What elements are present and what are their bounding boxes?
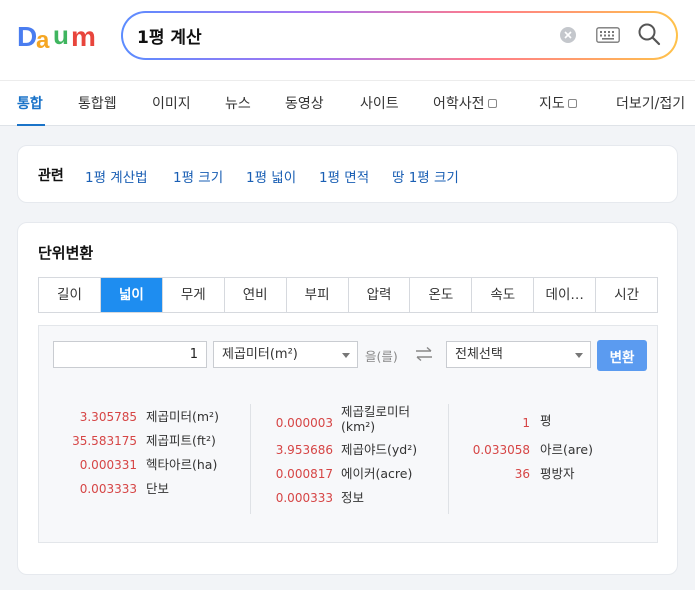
related-title: 관련 — [38, 168, 64, 184]
svg-text:a: a — [36, 27, 50, 50]
swap-icon[interactable] — [415, 346, 433, 362]
result-row: 0.003333 단보 — [39, 476, 249, 500]
value-input[interactable] — [53, 341, 207, 368]
header: D a u m — [0, 0, 695, 80]
result-unit: 제곱킬로미터 (km²) — [341, 404, 411, 434]
result-row: 0.000333 정보 — [251, 485, 451, 509]
unit-tab-pressure[interactable]: 압력 — [349, 278, 411, 312]
tab-dictionary[interactable]: 어학사전 — [433, 93, 497, 113]
unit-tab-data[interactable]: 데이… — [534, 278, 597, 312]
result-value: 0.000003 — [275, 416, 333, 430]
result-value: 0.000331 — [79, 458, 137, 472]
result-value: 0.003333 — [79, 482, 137, 496]
keyboard-icon[interactable] — [596, 27, 620, 43]
particle-label: 을(를) — [365, 349, 398, 364]
result-value: 35.583175 — [72, 434, 137, 448]
result-unit: 제곱야드(yd²) — [341, 442, 418, 457]
result-row: 3.305785 제곱미터(m²) — [39, 404, 249, 428]
result-unit: 평방자 — [540, 466, 575, 481]
result-row: 3.953686 제곱야드(yd²) — [251, 437, 451, 461]
related-link[interactable]: 1평 넓이 — [246, 166, 296, 186]
unit-converter: 단위변환 길이 넓이 무게 연비 부피 압력 온도 속도 데이… 시간 제곱미터… — [17, 222, 678, 575]
active-tab-indicator — [17, 124, 45, 126]
svg-text:u: u — [53, 20, 69, 50]
related-searches: 관련 1평 계산법 1평 크기 1평 넓이 1평 면적 땅 1평 크기 — [17, 145, 678, 203]
search-input[interactable] — [137, 22, 537, 48]
result-row: 0.033058 아르(are) — [449, 437, 657, 461]
search-tabs: 통합 통합웹 이미지 뉴스 동영상 사이트 어학사전 지도 더보기/접기 — [0, 80, 695, 126]
related-link[interactable]: 1평 계산법 — [85, 166, 148, 186]
unit-tab-length[interactable]: 길이 — [39, 278, 101, 312]
tab-news[interactable]: 뉴스 — [225, 93, 251, 113]
conversion-panel: 제곱미터(m²) 을(를) 전체선택 변환 3.305785 제곱미터(m²) … — [38, 325, 658, 543]
unit-tab-speed[interactable]: 속도 — [472, 278, 535, 312]
related-link[interactable]: 땅 1평 크기 — [392, 166, 459, 186]
to-unit-value: 전체선택 — [455, 347, 503, 362]
tab-all[interactable]: 통합 — [17, 93, 43, 113]
result-row: 0.000003 제곱킬로미터 (km²) — [251, 404, 451, 437]
from-unit-select[interactable]: 제곱미터(m²) — [213, 341, 358, 368]
result-row: 35.583175 제곱피트(ft²) — [39, 428, 249, 452]
result-unit: 단보 — [146, 481, 170, 496]
unit-category-tabs: 길이 넓이 무게 연비 부피 압력 온도 속도 데이… 시간 — [38, 277, 658, 313]
related-link[interactable]: 1평 면적 — [319, 166, 369, 186]
result-unit: 에이커(acre) — [341, 466, 413, 481]
result-value: 0.000333 — [275, 491, 333, 505]
unit-tab-fuel[interactable]: 연비 — [225, 278, 287, 312]
result-value: 3.305785 — [79, 410, 137, 424]
result-value: 3.953686 — [275, 443, 333, 457]
unit-tab-volume[interactable]: 부피 — [287, 278, 349, 312]
svg-text:m: m — [71, 21, 96, 50]
result-value: 0.000817 — [275, 467, 333, 481]
tab-video[interactable]: 동영상 — [285, 93, 324, 113]
clear-icon[interactable] — [560, 27, 576, 43]
tab-map-label: 지도 — [539, 96, 565, 112]
related-link[interactable]: 1평 크기 — [173, 166, 223, 186]
convert-button[interactable]: 변환 — [597, 340, 647, 371]
result-value: 0.033058 — [472, 443, 530, 457]
results-column-2: 0.000003 제곱킬로미터 (km²) 3.953686 제곱야드(yd²)… — [251, 404, 451, 509]
search-box — [121, 11, 678, 60]
result-unit: 제곱피트(ft²) — [146, 433, 216, 448]
tab-sites[interactable]: 사이트 — [360, 93, 399, 113]
external-link-icon — [567, 99, 577, 108]
daum-logo[interactable]: D a u m — [17, 20, 103, 50]
tab-images[interactable]: 이미지 — [152, 93, 191, 113]
result-unit: 평 — [540, 413, 552, 428]
unit-tab-temperature[interactable]: 온도 — [410, 278, 473, 312]
unit-converter-title: 단위변환 — [38, 244, 94, 262]
result-row: 0.000331 헥타아르(ha) — [39, 452, 249, 476]
external-link-icon — [487, 99, 497, 108]
from-unit-value: 제곱미터(m²) — [222, 347, 298, 362]
to-unit-select[interactable]: 전체선택 — [446, 341, 591, 368]
svg-text:D: D — [17, 21, 37, 50]
result-row: 1 평 — [449, 404, 657, 437]
dropdown-arrow-icon — [575, 353, 583, 358]
tab-more[interactable]: 더보기/접기 — [616, 93, 685, 113]
result-value: 1 — [522, 416, 530, 430]
results-column-3: 1 평 0.033058 아르(are) 36 평방자 — [449, 404, 657, 485]
dropdown-arrow-icon — [342, 353, 350, 358]
result-unit: 제곱미터(m²) — [146, 409, 219, 424]
unit-tab-area[interactable]: 넓이 — [100, 278, 163, 312]
result-unit: 아르(are) — [540, 442, 593, 457]
tab-map[interactable]: 지도 — [539, 93, 577, 113]
search-inner — [123, 13, 676, 58]
unit-tab-weight[interactable]: 무게 — [163, 278, 225, 312]
result-value: 36 — [514, 467, 530, 481]
results-column-1: 3.305785 제곱미터(m²) 35.583175 제곱피트(ft²) 0.… — [39, 404, 249, 500]
result-unit: 헥타아르(ha) — [146, 457, 218, 472]
tab-dictionary-label: 어학사전 — [433, 96, 485, 112]
tab-web[interactable]: 통합웹 — [78, 93, 117, 113]
unit-tab-time[interactable]: 시간 — [596, 278, 657, 312]
result-row: 0.000817 에이커(acre) — [251, 461, 451, 485]
result-unit: 정보 — [341, 490, 365, 505]
search-icon[interactable] — [637, 22, 661, 46]
result-row: 36 평방자 — [449, 461, 657, 485]
